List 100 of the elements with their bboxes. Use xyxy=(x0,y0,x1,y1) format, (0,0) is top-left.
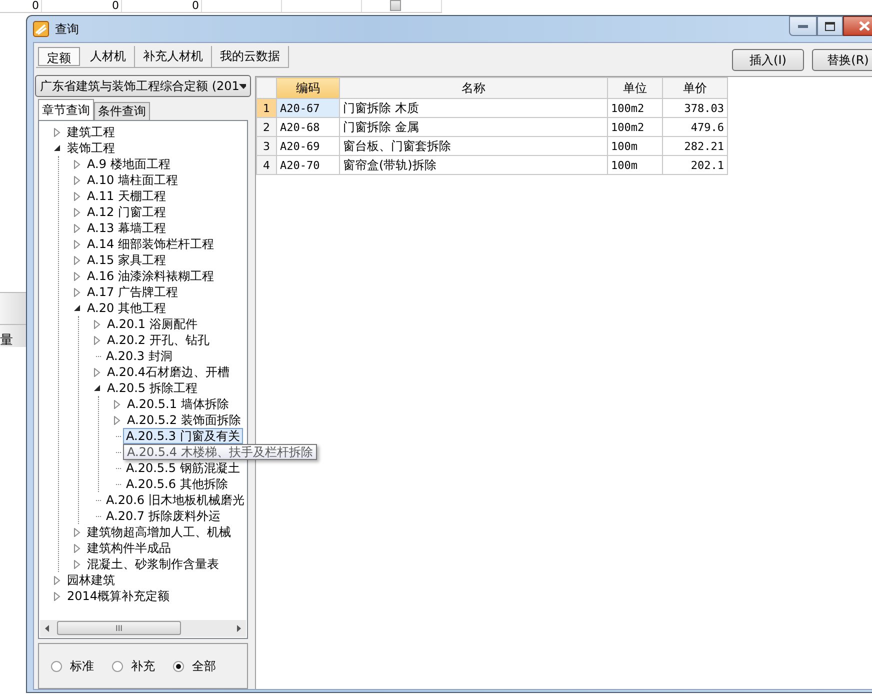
tree-item[interactable]: 装饰工程 xyxy=(64,140,118,156)
tree-item[interactable]: A.14 细部装饰栏杆工程 xyxy=(84,236,217,252)
app-icon xyxy=(33,21,49,37)
expand-triangle-icon[interactable] xyxy=(73,240,82,248)
tree-item[interactable]: A.20.5.5 钢筋混凝土 xyxy=(123,460,243,476)
expand-triangle-icon[interactable] xyxy=(53,576,62,584)
row-number[interactable]: 3 xyxy=(256,136,276,156)
column-header[interactable]: 编码 xyxy=(276,78,340,98)
expand-triangle-icon[interactable] xyxy=(93,320,102,328)
expand-triangle-icon[interactable] xyxy=(73,256,82,264)
scroll-right-icon[interactable] xyxy=(237,625,241,632)
table-cell: 窗帘盒(带轨)拆除 xyxy=(340,156,608,174)
column-header[interactable]: 名称 xyxy=(340,78,608,98)
tree-item[interactable]: A.13 幕墙工程 xyxy=(84,220,169,236)
tree-item[interactable]: A.20.7 拆除废料外运 xyxy=(103,508,224,524)
table-cell: 202.1 xyxy=(662,156,728,174)
toolbar-button[interactable]: 插入(I) xyxy=(732,49,804,71)
expand-triangle-icon[interactable] xyxy=(73,272,82,280)
expand-triangle-icon[interactable] xyxy=(53,592,62,600)
tree-item[interactable]: 混凝土、砂浆制作含量表 xyxy=(84,556,222,572)
scroll-left-icon[interactable] xyxy=(45,625,49,632)
tree-item[interactable]: A.10 墙柱面工程 xyxy=(84,172,181,188)
minimize-icon[interactable] xyxy=(798,24,808,28)
radio-button[interactable] xyxy=(173,660,184,672)
tree-item[interactable]: A.20.5.6 其他拆除 xyxy=(123,476,231,492)
minimize-button[interactable] xyxy=(789,16,817,36)
table-cell: 100m2 xyxy=(608,98,662,118)
tree-item[interactable]: 建筑物超高增加人工、机械 xyxy=(84,524,234,540)
tree-item[interactable]: A.20.5.1 墙体拆除 xyxy=(124,396,232,412)
scrollbar-thumb[interactable]: III xyxy=(57,621,181,635)
tree-item[interactable]: A.20.5.3 门窗及有关 xyxy=(123,428,243,444)
table-cell: 门窗拆除 金属 xyxy=(340,118,608,136)
column-header[interactable]: 单价 xyxy=(662,78,728,98)
radio-label[interactable]: 标准 xyxy=(70,658,94,674)
tree-item[interactable]: A.20.1 浴厕配件 xyxy=(104,316,200,332)
column-header[interactable]: 单位 xyxy=(608,78,662,98)
checkbox[interactable] xyxy=(390,0,401,11)
collapse-triangle-icon[interactable] xyxy=(53,144,62,152)
row-number[interactable]: 2 xyxy=(256,118,276,136)
expand-triangle-icon[interactable] xyxy=(53,128,62,136)
row-number[interactable]: 4 xyxy=(256,156,276,174)
tab[interactable]: 定额 xyxy=(38,47,80,66)
table-cell: 100m2 xyxy=(608,118,662,136)
table-cell: 100m xyxy=(608,156,662,174)
radio-button[interactable] xyxy=(112,660,123,672)
tab[interactable]: 条件查询 xyxy=(94,102,150,120)
radio-label[interactable]: 补充 xyxy=(131,658,155,674)
tree-item[interactable]: A.12 门窗工程 xyxy=(84,204,169,220)
tree-item[interactable]: A.11 天棚工程 xyxy=(84,188,169,204)
tree-item[interactable]: A.17 广告牌工程 xyxy=(84,284,181,300)
tab[interactable]: 我的云数据 xyxy=(212,46,289,67)
expand-triangle-icon[interactable] xyxy=(73,560,82,568)
tooltip: A.20.5.4 木楼梯、扶手及栏杆拆除 xyxy=(123,444,317,460)
tree-item[interactable]: A.20.5.2 装饰面拆除 xyxy=(124,412,244,428)
expand-triangle-icon[interactable] xyxy=(113,400,122,408)
expand-triangle-icon[interactable] xyxy=(73,160,82,168)
sheet-cell: 0 xyxy=(0,0,42,12)
toolbar-button[interactable]: 替换(R) xyxy=(812,49,872,71)
expand-triangle-icon[interactable] xyxy=(73,288,82,296)
tree-item[interactable]: A.20 其他工程 xyxy=(84,300,169,316)
radio-button[interactable] xyxy=(51,660,62,672)
sheet-cell: 0 xyxy=(42,0,122,12)
expand-triangle-icon[interactable] xyxy=(73,208,82,216)
tree-item[interactable]: A.20.4石材磨边、开槽 xyxy=(104,364,233,380)
tree-item[interactable]: A.20.2 开孔、钻孔 xyxy=(104,332,212,348)
tree-item[interactable]: 2014概算补充定额 xyxy=(64,588,173,604)
table-cell: 479.6 xyxy=(662,118,728,136)
tab[interactable]: 补充人材机 xyxy=(135,46,212,67)
maximize-icon[interactable] xyxy=(825,22,835,30)
expand-triangle-icon[interactable] xyxy=(73,192,82,200)
radio-label[interactable]: 全部 xyxy=(192,658,216,674)
expand-triangle-icon[interactable] xyxy=(93,368,102,376)
maximize-button[interactable] xyxy=(817,16,843,36)
library-dropdown[interactable]: 广东省建筑与装饰工程综合定额 (201 xyxy=(35,75,251,97)
tree-item[interactable]: 园林建筑 xyxy=(64,572,118,588)
row-number[interactable]: 1 xyxy=(256,98,276,118)
close-icon[interactable] xyxy=(858,21,870,31)
expand-triangle-icon[interactable] xyxy=(93,336,102,344)
tree-item[interactable]: A.20.5 拆除工程 xyxy=(104,380,200,396)
expand-triangle-icon[interactable] xyxy=(73,224,82,232)
expand-triangle-icon[interactable] xyxy=(73,544,82,552)
collapse-triangle-icon[interactable] xyxy=(93,384,102,392)
tree-item[interactable]: 建筑构件半成品 xyxy=(84,540,174,556)
tree-item[interactable]: 建筑工程 xyxy=(64,124,118,140)
table-cell: 门窗拆除 木质 xyxy=(340,98,608,118)
tree-item[interactable]: A.15 家具工程 xyxy=(84,252,169,268)
expand-triangle-icon[interactable] xyxy=(73,528,82,536)
tab[interactable]: 章节查询 xyxy=(38,99,94,120)
tree-item[interactable]: A.20.3 封洞 xyxy=(103,348,176,364)
expand-triangle-icon[interactable] xyxy=(73,176,82,184)
tree-item[interactable]: A.16 油漆涂料裱糊工程 xyxy=(84,268,217,284)
horizontal-scrollbar[interactable]: III xyxy=(40,620,246,637)
window-title: 查询 xyxy=(55,20,79,38)
tree-item[interactable]: A.20.6 旧木地板机械磨光 xyxy=(103,492,248,508)
tab[interactable]: 人材机 xyxy=(82,46,135,67)
expand-triangle-icon[interactable] xyxy=(113,416,122,424)
tree-item[interactable]: A.9 楼地面工程 xyxy=(84,156,174,172)
table-cell: A20-67 xyxy=(276,98,340,118)
table-cell: 282.21 xyxy=(662,136,728,156)
collapse-triangle-icon[interactable] xyxy=(73,304,82,312)
